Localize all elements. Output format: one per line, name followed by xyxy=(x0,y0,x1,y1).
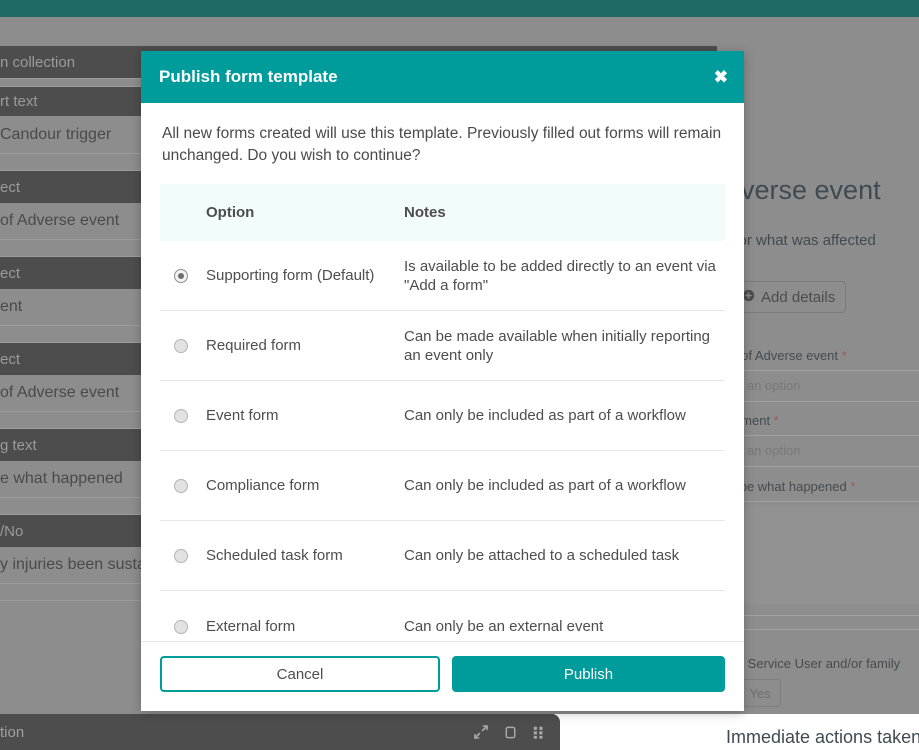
column-header-radio xyxy=(160,183,206,241)
top-navigation-bar xyxy=(0,0,919,17)
required-asterisk: * xyxy=(838,348,847,363)
add-details-button[interactable]: Add details xyxy=(731,281,847,313)
radio-button-unselected[interactable] xyxy=(174,619,188,634)
radio-cell[interactable] xyxy=(160,591,206,641)
cancel-button[interactable]: Cancel xyxy=(160,656,440,692)
dialog-footer: Cancel Publish xyxy=(141,641,744,711)
square-icon[interactable] xyxy=(503,725,518,740)
preview-field-divider-0 xyxy=(717,370,919,371)
option-label: Event form xyxy=(206,407,279,425)
preview-textarea[interactable] xyxy=(726,505,919,605)
column-header-notes: Notes xyxy=(404,183,725,241)
table-row[interactable]: Supporting form (Default) Is available to… xyxy=(160,241,725,311)
table-header-row: Option Notes xyxy=(160,183,725,241)
preview-yesno-question: the Service User and/or family xyxy=(726,656,901,671)
publish-button[interactable]: Publish xyxy=(452,656,725,692)
option-notes: Is available to be added directly to an … xyxy=(404,257,716,294)
preview-subtitle: o or what was affected xyxy=(726,232,876,249)
yes-button[interactable]: Yes xyxy=(739,679,781,707)
dialog-body: All new forms created will use this temp… xyxy=(141,103,744,641)
builder-row-label: ect xyxy=(0,178,21,196)
radio-cell[interactable] xyxy=(160,311,206,381)
builder-row-label: g text xyxy=(0,436,37,454)
expand-icon[interactable] xyxy=(473,724,489,740)
preview-field-underline-0 xyxy=(717,401,919,402)
option-label: External form xyxy=(206,617,296,635)
publish-form-template-dialog: Publish form template ✖ All new forms cr… xyxy=(141,51,744,711)
option-label: Compliance form xyxy=(206,477,320,495)
column-header-option: Option xyxy=(206,183,404,241)
table-body: Supporting form (Default) Is available to… xyxy=(160,241,725,641)
builder-row-label: of Adverse event xyxy=(0,384,120,401)
preview-title: dverse event xyxy=(726,175,881,205)
immediate-actions-label: Immediate actions taken xyxy=(726,727,919,747)
preview-divider-extra xyxy=(717,629,919,630)
builder-bottom-toolbar[interactable]: tion xyxy=(0,714,560,750)
radio-button-unselected[interactable] xyxy=(174,479,188,494)
builder-row-label: of Adverse event xyxy=(0,212,120,229)
option-notes: Can only be included as part of a workfl… xyxy=(404,477,686,495)
radio-button-selected[interactable] xyxy=(174,269,188,284)
builder-row-label: rt text xyxy=(0,93,38,110)
option-label: Supporting form (Default) xyxy=(206,267,375,285)
form-type-options-table: Option Notes Supporting form (Default) Is… xyxy=(160,183,725,641)
builder-row-label: ect xyxy=(0,264,21,282)
option-label: Scheduled task form xyxy=(206,547,343,565)
radio-cell[interactable] xyxy=(160,451,206,521)
required-asterisk: * xyxy=(770,413,779,428)
builder-bottom-label: tion xyxy=(0,723,25,741)
form-preview-panel: dverse event o or what was affected Add … xyxy=(717,17,919,714)
radio-button-unselected[interactable] xyxy=(174,549,188,564)
close-icon[interactable]: ✖ xyxy=(714,69,728,86)
builder-row-label: y injuries been susta xyxy=(0,556,146,573)
radio-button-unselected[interactable] xyxy=(174,339,188,354)
preview-field-divider-1 xyxy=(717,435,919,436)
option-notes: Can only be an external event xyxy=(404,617,604,635)
dialog-title: Publish form template xyxy=(159,67,338,86)
builder-row-label: /No xyxy=(0,522,24,540)
option-notes: Can only be attached to a scheduled task xyxy=(404,547,680,565)
table-row[interactable]: Required form Can be made available when … xyxy=(160,311,725,381)
builder-row-label: ent xyxy=(0,298,23,315)
required-asterisk: * xyxy=(846,479,856,494)
dialog-header: Publish form template ✖ xyxy=(141,51,744,103)
radio-cell[interactable] xyxy=(160,521,206,591)
table-row[interactable]: Event form Can only be included as part o… xyxy=(160,381,725,451)
preview-field-label-0: re of Adverse event * xyxy=(726,348,847,363)
option-label: Required form xyxy=(206,337,302,355)
preview-field-underline-1 xyxy=(717,466,919,467)
preview-field-divider-2 xyxy=(717,501,919,502)
table-row[interactable]: Scheduled task form Can only be attached … xyxy=(160,521,725,591)
table-row[interactable]: External form Can only be an external eve… xyxy=(160,591,725,641)
table-head: Option Notes xyxy=(160,183,725,241)
preview-field-label-2: cribe what happened * xyxy=(726,479,856,494)
option-notes: Can be made available when initially rep… xyxy=(404,327,711,364)
builder-row-label: Candour trigger xyxy=(0,125,112,143)
builder-row-label: ect xyxy=(0,350,21,368)
dialog-intro-text: All new forms created will use this temp… xyxy=(162,125,722,165)
option-notes: Can only be included as part of a workfl… xyxy=(404,407,686,425)
builder-row-label: e what happened xyxy=(0,470,123,487)
radio-cell[interactable] xyxy=(160,381,206,451)
builder-row-label: n collection xyxy=(0,53,76,71)
radio-cell[interactable] xyxy=(160,241,206,311)
preview-field-underline-2 xyxy=(717,615,919,616)
table-row[interactable]: Compliance form Can only be included as p… xyxy=(160,451,725,521)
radio-button-unselected[interactable] xyxy=(174,409,188,424)
add-details-label: Add details xyxy=(761,288,836,306)
grid-icon[interactable] xyxy=(532,725,546,739)
